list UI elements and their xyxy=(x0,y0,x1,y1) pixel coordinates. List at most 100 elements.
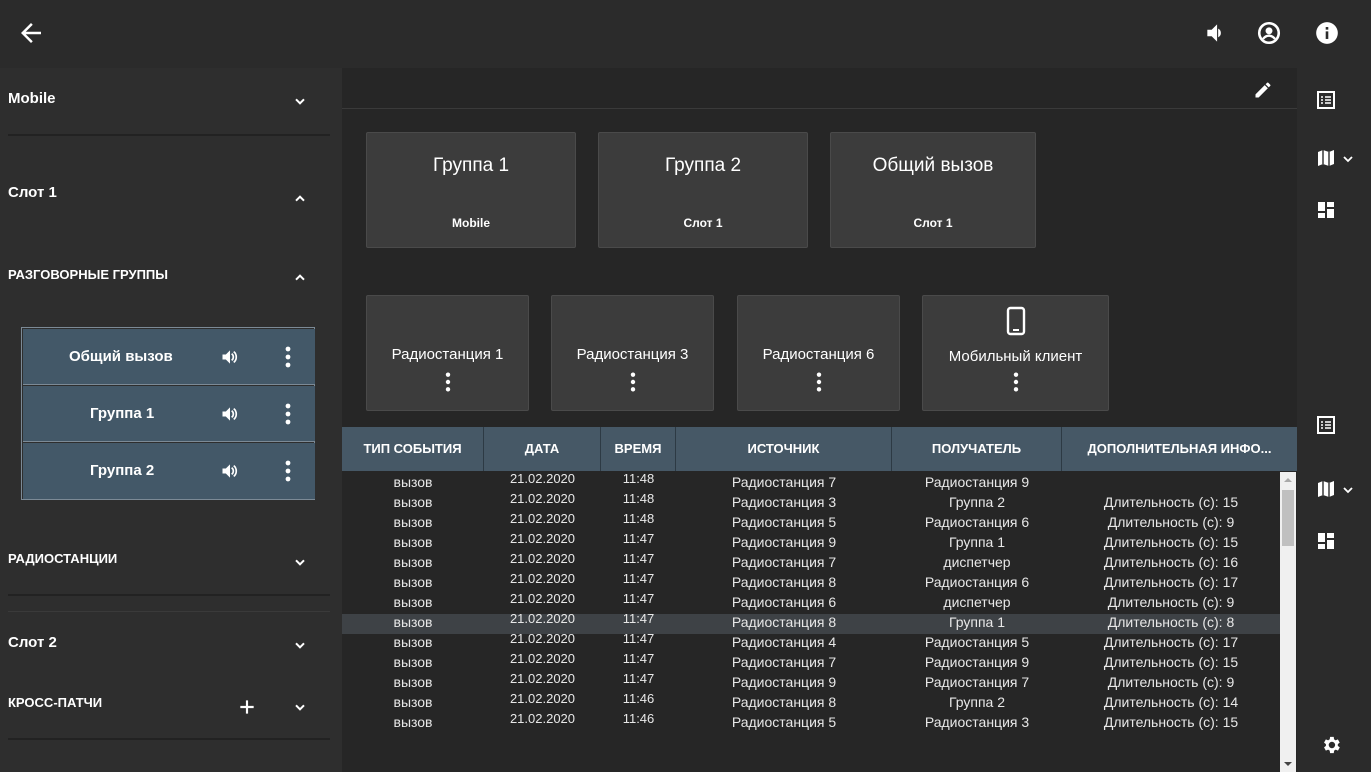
more-vert-icon[interactable] xyxy=(281,402,295,426)
table-row[interactable]: вызов 21.02.2020 11:48 Радиостанция 7 Радиос… xyxy=(342,472,1280,494)
talkgroup-row[interactable]: Общий вызов xyxy=(23,329,315,385)
sidebar-slot1-label: Слот 1 xyxy=(8,184,57,201)
table-cell-date: 21.02.2020 xyxy=(509,511,576,526)
dashboard-icon[interactable] xyxy=(1316,531,1336,551)
talkgroup-row[interactable]: Группа 2 xyxy=(23,443,315,499)
table-cell-target: Радиостанция 6 xyxy=(924,514,1030,530)
table-scrollbar[interactable] xyxy=(1280,472,1296,772)
table-cell-type: вызов xyxy=(393,654,433,670)
table-row[interactable]: вызов 21.02.2020 11:47 Радиостанция 7 Радиос… xyxy=(342,651,1280,674)
list-view-icon[interactable] xyxy=(1316,415,1336,435)
table-row[interactable]: вызов 21.02.2020 11:47 Радиостанция 8 Группа… xyxy=(342,611,1280,634)
column-header-type[interactable]: ТИП СОБЫТИЯ xyxy=(342,427,484,471)
scroll-up-icon[interactable] xyxy=(1284,476,1292,484)
group-tile[interactable]: Группа 2 Слот 1 xyxy=(598,132,808,248)
table-cell-source: Радиостанция 8 xyxy=(731,614,837,630)
column-header-time[interactable]: ВРЕМЯ xyxy=(601,427,676,471)
table-cell-time: 11:48 xyxy=(622,472,655,486)
sidebar-section-crosspatch[interactable]: КРОСС-ПАТЧИ xyxy=(0,695,330,719)
station-tile[interactable]: Радиостанция 6 xyxy=(737,295,900,411)
table-cell-info: Длительность (с): 8 xyxy=(1107,614,1235,630)
table-row[interactable]: вызов 21.02.2020 11:47 Радиостанция 9 Радиос… xyxy=(342,671,1280,694)
column-header-info[interactable]: ДОПОЛНИТЕЛЬНАЯ ИНФО... xyxy=(1062,427,1297,471)
table-cell-type: вызов xyxy=(393,534,433,550)
table-row[interactable]: вызов 21.02.2020 11:46 Радиостанция 8 Группа… xyxy=(342,691,1280,714)
scroll-thumb[interactable] xyxy=(1282,490,1294,546)
table-cell-target: Радиостанция 9 xyxy=(924,654,1030,670)
edit-strip xyxy=(342,68,1297,109)
table-cell-type: вызов xyxy=(393,594,433,610)
volume-button[interactable] xyxy=(1203,20,1229,46)
speaker-icon[interactable] xyxy=(219,404,241,424)
sidebar-divider xyxy=(8,611,330,612)
scroll-down-icon[interactable] xyxy=(1284,760,1292,768)
map-icon[interactable] xyxy=(1316,479,1336,499)
info-button[interactable] xyxy=(1314,20,1340,46)
table-cell-type: вызов xyxy=(393,514,433,530)
table-row[interactable]: вызов 21.02.2020 11:47 Радиостанция 8 Радиос… xyxy=(342,571,1280,594)
table-cell-type: вызов xyxy=(393,714,433,730)
speaker-icon[interactable] xyxy=(219,461,241,481)
station-tile[interactable]: Мобильный клиент xyxy=(922,295,1109,411)
sidebar-section-talkgroups[interactable]: РАЗГОВОРНЫЕ ГРУППЫ xyxy=(0,267,330,291)
arrow-left-icon xyxy=(21,23,41,43)
talkgroup-row[interactable]: Группа 1 xyxy=(23,386,315,442)
sidebar-mobile-label: Mobile xyxy=(8,90,56,107)
table-cell-target: Группа 2 xyxy=(948,694,1006,710)
table-row[interactable]: вызов 21.02.2020 11:47 Радиостанция 6 диспет… xyxy=(342,591,1280,614)
add-icon[interactable] xyxy=(237,697,257,717)
table-cell-type: вызов xyxy=(393,574,433,590)
table-cell-time: 11:47 xyxy=(622,551,655,566)
table-cell-target: диспетчер xyxy=(943,554,1011,570)
more-vert-icon[interactable] xyxy=(626,371,640,393)
sidebar-section-slot2[interactable]: Слот 2 xyxy=(0,634,330,658)
map-icon[interactable] xyxy=(1316,148,1336,168)
more-vert-icon[interactable] xyxy=(812,371,826,393)
sidebar-section-mobile[interactable]: Mobile xyxy=(0,90,330,114)
table-cell-time: 11:47 xyxy=(622,611,655,626)
table-cell-info: Длительность (с): 15 xyxy=(1103,534,1239,550)
station-tile[interactable]: Радиостанция 1 xyxy=(366,295,529,411)
column-header-target[interactable]: ПОЛУЧАТЕЛЬ xyxy=(892,427,1062,471)
table-row[interactable]: вызов 21.02.2020 11:47 Радиостанция 7 диспет… xyxy=(342,551,1280,574)
more-vert-icon[interactable] xyxy=(281,345,295,369)
speaker-icon[interactable] xyxy=(219,347,241,367)
chevron-down-icon[interactable] xyxy=(1342,484,1354,496)
column-header-date[interactable]: ДАТА xyxy=(484,427,601,471)
table-cell-time: 11:47 xyxy=(622,531,655,546)
list-view-icon[interactable] xyxy=(1316,90,1336,110)
pencil-icon[interactable] xyxy=(1253,80,1273,100)
sidebar-divider xyxy=(8,134,330,136)
table-cell-source: Радиостанция 7 xyxy=(731,654,837,670)
table-row[interactable]: вызов 21.02.2020 11:48 Радиостанция 3 Группа… xyxy=(342,491,1280,514)
chevron-down-icon[interactable] xyxy=(1342,153,1354,165)
table-row[interactable]: вызов 21.02.2020 11:46 Радиостанция 5 Радиос… xyxy=(342,711,1280,734)
chevron-up-icon xyxy=(295,274,305,281)
talkgroup-name: Группа 1 xyxy=(90,405,155,422)
table-row[interactable]: вызов 21.02.2020 11:47 Радиостанция 9 Группа… xyxy=(342,531,1280,554)
sidebar-section-radios[interactable]: РАДИОСТАНЦИИ xyxy=(0,551,330,575)
station-name: Радиостанция 6 xyxy=(762,346,875,363)
table-cell-source: Радиостанция 3 xyxy=(731,494,837,510)
account-button[interactable] xyxy=(1256,20,1282,46)
more-vert-icon[interactable] xyxy=(441,371,455,393)
table-cell-info: Длительность (с): 9 xyxy=(1107,674,1235,690)
group-tile[interactable]: Общий вызов Слот 1 xyxy=(830,132,1036,248)
group-tile[interactable]: Группа 1 Mobile xyxy=(366,132,576,248)
more-vert-icon[interactable] xyxy=(1009,371,1023,393)
table-row[interactable]: вызов 21.02.2020 11:47 Радиостанция 4 Радиос… xyxy=(342,631,1280,654)
table-cell-time: 11:47 xyxy=(622,571,655,586)
table-cell-date: 21.02.2020 xyxy=(509,651,576,666)
table-row[interactable]: вызов 21.02.2020 11:48 Радиостанция 5 Радиос… xyxy=(342,511,1280,534)
column-header-source[interactable]: ИСТОЧНИК xyxy=(676,427,892,471)
dashboard-icon[interactable] xyxy=(1316,200,1336,220)
gear-icon[interactable] xyxy=(1320,734,1342,756)
more-vert-icon[interactable] xyxy=(281,459,295,483)
table-cell-source: Радиостанция 8 xyxy=(731,574,837,590)
back-button[interactable] xyxy=(16,18,46,48)
table-cell-time: 11:48 xyxy=(622,511,655,526)
talkgroup-name: Общий вызов xyxy=(69,348,173,365)
station-tile[interactable]: Радиостанция 3 xyxy=(551,295,714,411)
sidebar-section-slot1[interactable]: Слот 1 xyxy=(0,184,330,208)
table-cell-info: Длительность (с): 17 xyxy=(1103,574,1239,590)
